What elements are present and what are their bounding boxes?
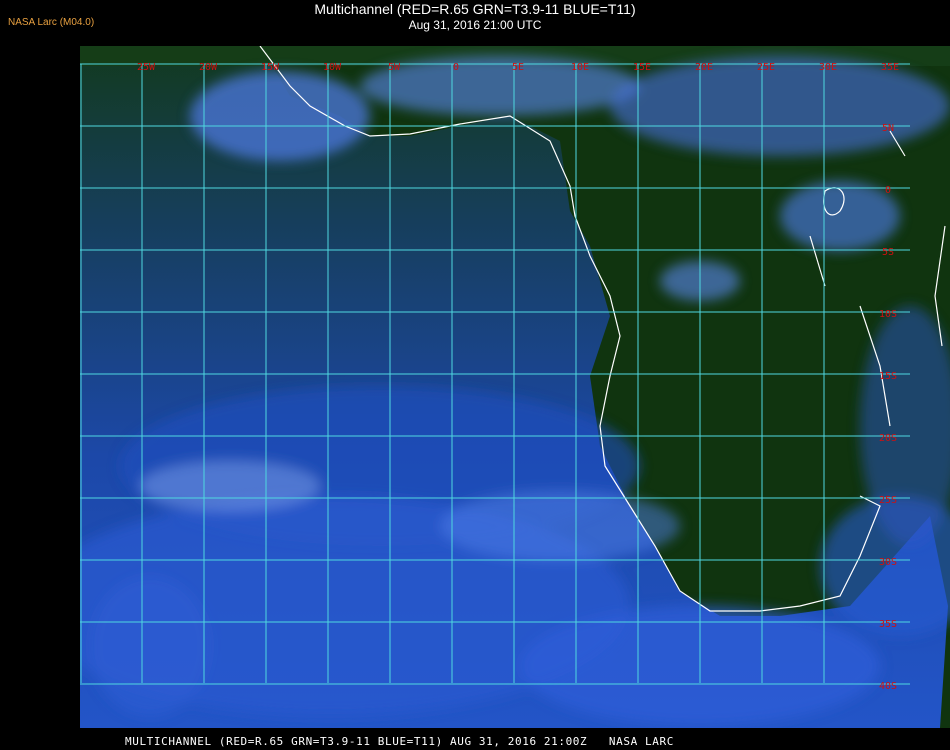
- longitude-label: 20W: [199, 62, 218, 73]
- latitude-label: 10S: [879, 309, 897, 320]
- longitude-label: 5E: [512, 62, 524, 73]
- longitude-label: 5W: [388, 62, 401, 73]
- latitude-label: 35S: [879, 619, 897, 630]
- longitude-label: 35E: [881, 62, 899, 73]
- longitude-label: 30E: [819, 62, 837, 73]
- longitude-label: 0: [453, 62, 459, 73]
- longitude-label: 20E: [695, 62, 713, 73]
- longitude-label: 10E: [571, 62, 589, 73]
- latitude-label: 0: [885, 185, 891, 196]
- latitude-label: 25S: [879, 495, 897, 506]
- satellite-map-svg: 25W 20W 15W 10W 5W 0 5E 10E 15E 20E 25E 30E 35E 5N 0 5S…: [80, 46, 950, 728]
- longitude-label: 25W: [137, 62, 156, 73]
- image-timestamp: Aug 31, 2016 21:00 UTC: [408, 18, 542, 32]
- latitude-label: 5S: [882, 247, 894, 258]
- longitude-label: 10W: [323, 62, 342, 73]
- latitude-label: 15S: [879, 371, 897, 382]
- latitude-label: 40S: [879, 681, 897, 692]
- satellite-image: 25W 20W 15W 10W 5W 0 5E 10E 15E 20E 25E 30E 35E 5N 0 5S…: [80, 46, 950, 728]
- footer-caption: MULTICHANNEL (RED=R.65 GRN=T3.9-11 BLUE=…: [125, 735, 674, 748]
- longitude-label: 25E: [757, 62, 775, 73]
- longitude-label: 15E: [633, 62, 651, 73]
- latitude-label: 5N: [882, 123, 894, 134]
- latitude-label: 20S: [879, 433, 897, 444]
- image-title: Multichannel (RED=R.65 GRN=T3.9-11 BLUE=…: [314, 1, 636, 17]
- latitude-label: 30S: [879, 557, 897, 568]
- longitude-label: 15W: [261, 62, 280, 73]
